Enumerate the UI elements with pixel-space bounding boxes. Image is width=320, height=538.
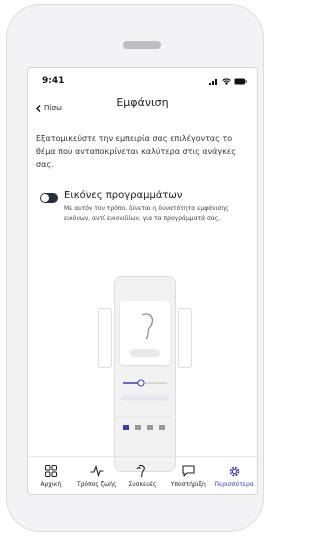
- page-description: Εξατομικεύστε την εμπειρία σας επιλέγοντ…: [36, 134, 236, 169]
- battery-icon: [234, 78, 247, 85]
- tab-support[interactable]: Υποστήριξη: [166, 463, 210, 488]
- toggle-knob: [41, 194, 49, 202]
- preview-phone: [114, 276, 176, 472]
- tab-label: Περισσότερα: [214, 481, 254, 488]
- tab-home[interactable]: Αρχική: [29, 463, 73, 488]
- tab-more[interactable]: Περισσότερα: [212, 463, 256, 488]
- preview-left-card: [98, 308, 112, 368]
- bottom-tab-bar: Αρχική Τρόπος ζωής Συσκευές Υποστήριξη Π…: [28, 456, 257, 494]
- app-screen: 9:41 Πίσω Εμφάνιση Εξατομικεύστε την εμπ…: [27, 67, 258, 495]
- speaker-grille: [123, 41, 161, 49]
- header: Πίσω Εμφάνιση: [28, 92, 257, 116]
- hearing-aids-icon: [136, 464, 146, 478]
- preview-right-card: [178, 308, 192, 368]
- tab-lifestyle[interactable]: Τρόπος ζωής: [75, 463, 119, 488]
- chat-bubble-icon: [182, 465, 195, 477]
- ear-icon: [130, 313, 160, 357]
- tab-label: Τρόπος ζωής: [76, 481, 117, 488]
- status-icons: [209, 78, 247, 85]
- preview-illustration: [86, 268, 204, 478]
- preview-program-card: [120, 301, 170, 365]
- tab-label: Συσκευές: [128, 481, 157, 488]
- tab-label: Αρχική: [40, 481, 62, 488]
- wifi-icon: [222, 78, 231, 85]
- program-images-toggle[interactable]: [40, 193, 58, 203]
- status-bar: 9:41: [42, 76, 247, 90]
- tab-devices[interactable]: Συσκευές: [120, 463, 164, 488]
- phone-frame: 9:41 Πίσω Εμφάνιση Εξατομικεύστε την εμπ…: [6, 4, 264, 532]
- grid-icon: [44, 465, 57, 477]
- gear-icon: [229, 466, 239, 476]
- page-title: Εμφάνιση: [116, 96, 169, 109]
- signal-icon: [209, 79, 217, 85]
- option-title: Εικόνες προγραμμάτων: [64, 190, 183, 201]
- activity-icon: [90, 465, 104, 477]
- status-time: 9:41: [42, 76, 65, 86]
- preview-controls: [117, 379, 173, 430]
- tab-label: Υποστήριξη: [170, 481, 206, 488]
- option-description: Με αυτόν τον τρόπο, δίνεται η δυνατότητα…: [64, 205, 229, 222]
